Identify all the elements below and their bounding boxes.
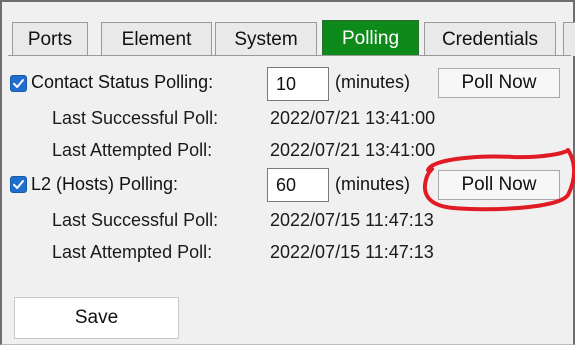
l2-polling-checkbox[interactable] [10,176,27,193]
tab-divider [8,55,571,56]
contact-polling-units: (minutes) [335,72,411,92]
l2-polling-units: (minutes) [335,174,411,194]
l2-last-attempted-label: Last Attempted Poll: [52,242,213,262]
l2-last-successful-label: Last Successful Poll: [52,210,219,230]
contact-polling-interval-input[interactable] [267,67,329,101]
contact-last-attempted-value: 2022/07/21 13:41:00 [270,140,436,160]
contact-poll-now-button[interactable]: Poll Now [438,68,560,98]
l2-poll-now-button[interactable]: Poll Now [438,170,560,200]
tab-polling[interactable]: Polling [322,20,419,56]
checkmark-icon [13,180,24,189]
tab-ports[interactable]: Ports [12,22,88,56]
polling-panel: Ports Element System Polling Credentials… [0,0,575,345]
tab-system[interactable]: System [215,22,317,56]
contact-last-successful-value: 2022/07/21 13:41:00 [270,108,436,128]
checkmark-icon [13,79,24,88]
contact-last-attempted-label: Last Attempted Poll: [52,140,213,160]
save-button[interactable]: Save [14,297,179,339]
l2-last-successful-value: 2022/07/15 11:47:13 [270,210,434,230]
l2-last-attempted-value: 2022/07/15 11:47:13 [270,242,434,262]
tab-bar: Ports Element System Polling Credentials [12,16,575,56]
contact-last-successful-label: Last Successful Poll: [52,108,219,128]
tab-overflow[interactable] [563,22,575,56]
l2-polling-label: L2 (Hosts) Polling: [31,174,179,194]
tab-credentials[interactable]: Credentials [424,22,556,56]
contact-polling-checkbox[interactable] [10,75,27,92]
l2-polling-interval-input[interactable] [267,168,329,202]
contact-polling-label: Contact Status Polling: [31,72,214,92]
tab-element[interactable]: Element [101,22,212,56]
